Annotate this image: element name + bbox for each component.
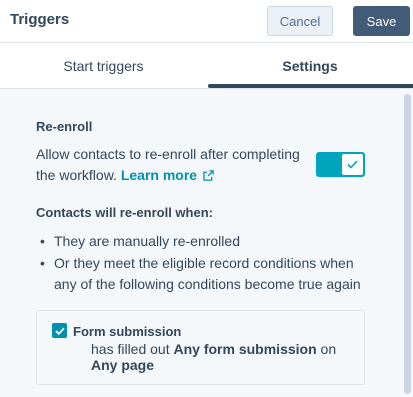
external-link-icon (203, 170, 214, 181)
tab-start-triggers[interactable]: Start triggers (0, 43, 207, 89)
reenroll-description: Allow contacts to re-enroll after comple… (36, 144, 306, 186)
panel-title: Triggers (10, 11, 70, 28)
scrollbar-thumb[interactable] (404, 94, 411, 394)
checkmark-icon (347, 160, 358, 169)
learn-more-label: Learn more (120, 167, 198, 183)
learn-more-link[interactable]: Learn more (121, 167, 214, 183)
cancel-button[interactable]: Cancel (267, 6, 333, 36)
condition-connector: on (320, 341, 337, 357)
condition-form: Any form submission (173, 341, 317, 357)
checkmark-icon (54, 327, 65, 335)
list-item: Or they meet the eligible record conditi… (40, 253, 370, 295)
save-button[interactable]: Save (353, 6, 410, 36)
list-item: They are manually re-enrolled (40, 231, 370, 252)
condition-prefix: has filled out (91, 341, 170, 357)
panel-header: Triggers Cancel Save (0, 0, 413, 43)
toggle-knob (342, 154, 363, 175)
reenroll-title: Re-enroll (36, 119, 93, 134)
condition-title: Form submission (73, 324, 182, 339)
form-submission-checkbox[interactable] (52, 323, 67, 338)
tab-bar: Start triggers Settings (0, 43, 413, 89)
reenroll-conditions-list: They are manually re-enrolled Or they me… (40, 231, 370, 296)
tab-settings[interactable]: Settings (207, 43, 413, 89)
reenroll-conditions-title: Contacts will re-enroll when: (36, 205, 213, 220)
reenroll-toggle[interactable] (316, 152, 365, 177)
condition-page: Any page (91, 357, 155, 373)
